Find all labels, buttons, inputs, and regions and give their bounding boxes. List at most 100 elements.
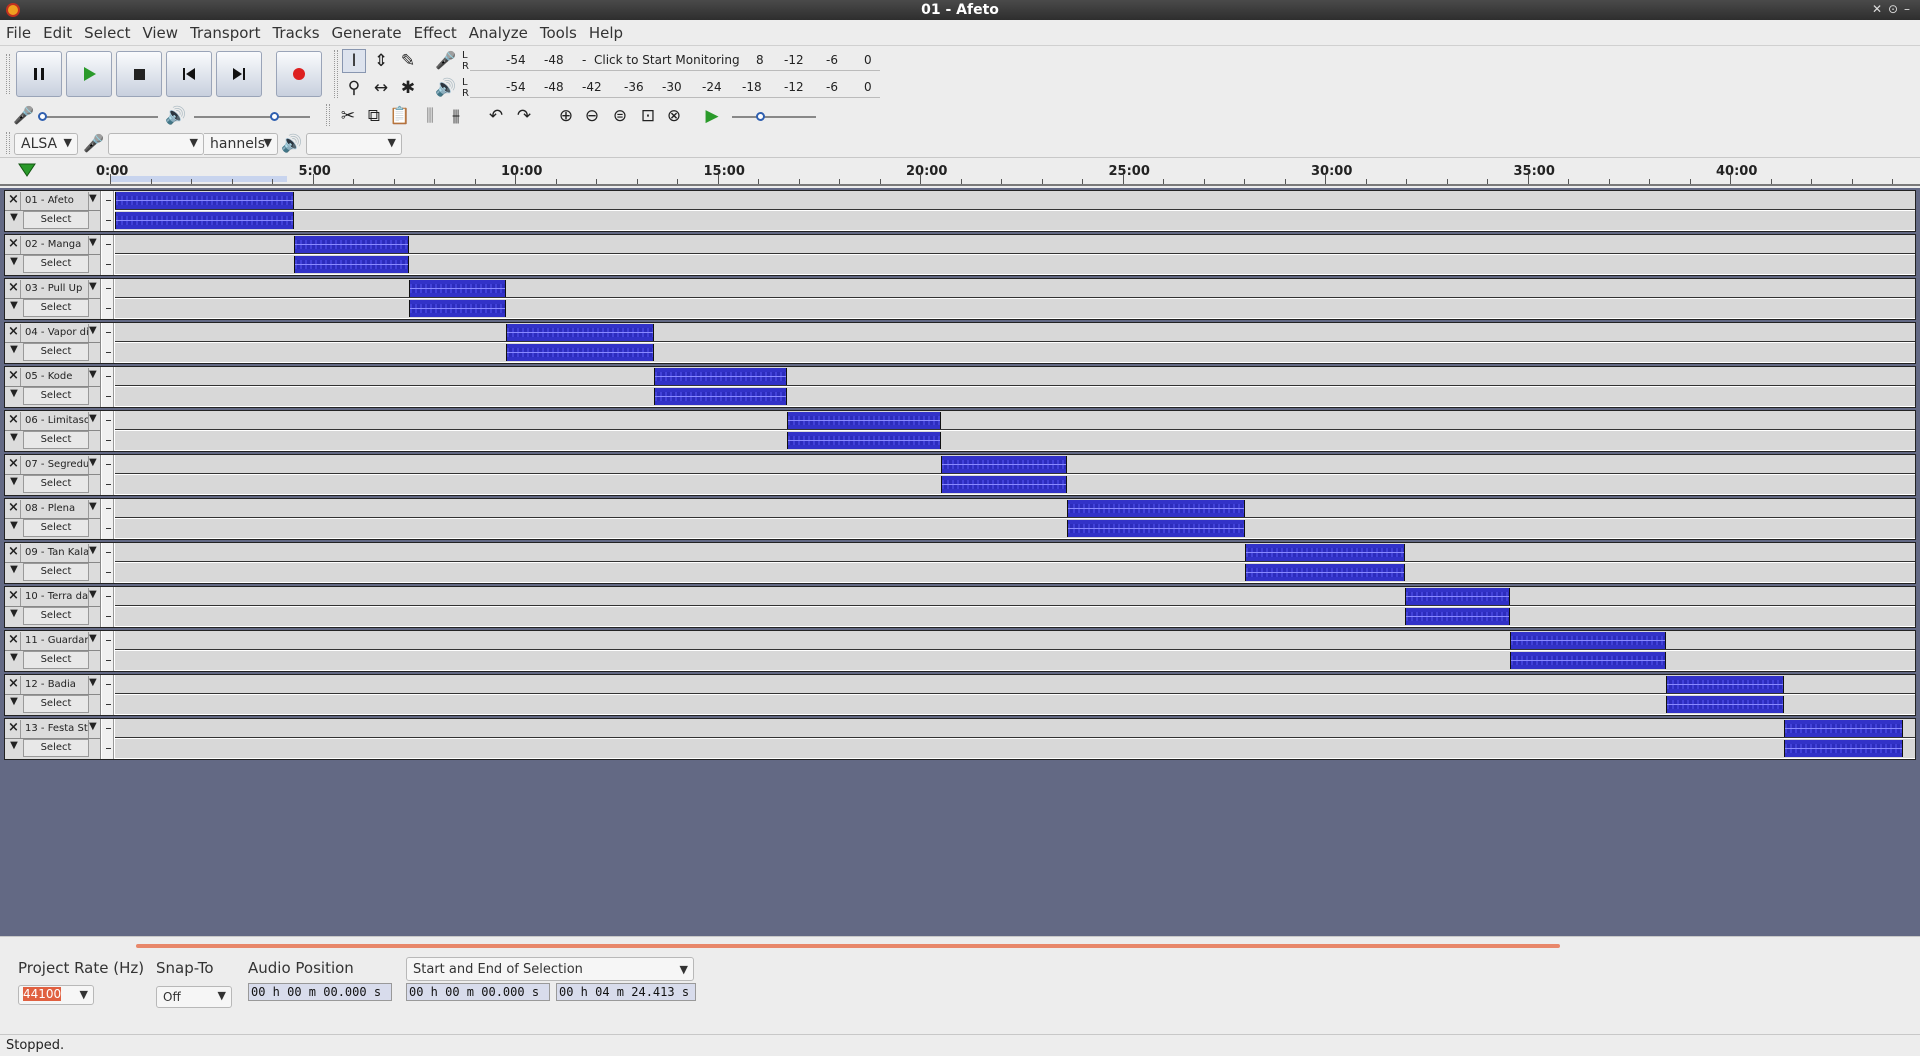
track-menu-chevron-icon[interactable]: ▼	[89, 413, 97, 424]
track-menu-chevron-icon[interactable]: ▼	[89, 237, 97, 248]
playback-meter[interactable]: -54 -48 -42 -36 -30 -24 -18 -12 -6 0	[470, 76, 880, 98]
waveform-clip[interactable]	[505, 324, 654, 341]
maximize-window-icon[interactable]: ⊙	[1888, 2, 1898, 16]
redo-button[interactable]: ↷	[512, 104, 536, 128]
time-shift-tool-button[interactable]: ↔	[369, 76, 393, 100]
track-name-button[interactable]: 04 - Vapor di	[23, 324, 89, 342]
track-menu-chevron-icon[interactable]: ▼	[89, 325, 97, 336]
zoom-in-button[interactable]: ⊕	[554, 104, 578, 128]
minimize-window-icon[interactable]: –	[1904, 2, 1910, 16]
recording-volume-thumb[interactable]	[38, 112, 47, 121]
track-menu-chevron-icon[interactable]: ▼	[89, 501, 97, 512]
channel-left[interactable]	[115, 587, 1915, 606]
collapse-track-icon[interactable]: ▼	[7, 300, 21, 318]
close-track-icon[interactable]: ×	[7, 544, 21, 562]
undo-button[interactable]: ↶	[484, 104, 508, 128]
track-control-panel[interactable]: × 03 - Pull Up ▼ ▼ Select	[5, 279, 101, 319]
channel-left[interactable]	[115, 191, 1915, 210]
playback-volume-thumb[interactable]	[270, 112, 279, 121]
envelope-tool-button[interactable]: ⇕	[369, 49, 393, 73]
menu-view[interactable]: View	[136, 20, 184, 42]
track-menu-chevron-icon[interactable]: ▼	[89, 281, 97, 292]
channel-left[interactable]	[115, 543, 1915, 562]
trim-button[interactable]: ⫼	[418, 104, 442, 128]
channel-left[interactable]	[115, 235, 1915, 254]
track-control-panel[interactable]: × 07 - Segredu ▼ ▼ Select	[5, 455, 101, 495]
waveform-clip[interactable]	[941, 476, 1067, 493]
waveform-clip[interactable]	[408, 300, 506, 317]
waveform-clip[interactable]	[941, 456, 1067, 473]
close-track-icon[interactable]: ×	[7, 236, 21, 254]
record-meter-button[interactable]: 🎤	[434, 49, 458, 73]
close-track-icon[interactable]: ×	[7, 368, 21, 386]
channel-left[interactable]	[115, 719, 1915, 738]
collapse-track-icon[interactable]: ▼	[7, 696, 21, 714]
close-track-icon[interactable]: ×	[7, 280, 21, 298]
selection-tool-button[interactable]: I	[342, 49, 366, 73]
menu-generate[interactable]: Generate	[326, 20, 408, 42]
select-track-button[interactable]: Select	[23, 431, 89, 449]
close-track-icon[interactable]: ×	[7, 676, 21, 694]
channel-right[interactable]	[115, 695, 1915, 714]
audio-track[interactable]: × 06 - Limitaso ▼ ▼ Select	[4, 410, 1916, 452]
waveform-clip[interactable]	[293, 236, 409, 253]
collapse-track-icon[interactable]: ▼	[7, 608, 21, 626]
track-name-button[interactable]: 09 - Tan Kala	[23, 544, 89, 562]
select-track-button[interactable]: Select	[23, 607, 89, 625]
track-control-panel[interactable]: × 10 - Terra da ▼ ▼ Select	[5, 587, 101, 627]
close-track-icon[interactable]: ×	[7, 720, 21, 738]
track-name-button[interactable]: 03 - Pull Up	[23, 280, 89, 298]
track-name-button[interactable]: 08 - Plena	[23, 500, 89, 518]
collapse-track-icon[interactable]: ▼	[7, 564, 21, 582]
menu-tools[interactable]: Tools	[534, 20, 583, 42]
collapse-track-icon[interactable]: ▼	[7, 520, 21, 538]
track-menu-chevron-icon[interactable]: ▼	[89, 369, 97, 380]
skip-to-end-button[interactable]	[216, 51, 262, 97]
collapse-track-icon[interactable]: ▼	[7, 388, 21, 406]
waveform-clip[interactable]	[1066, 500, 1245, 517]
waveform-clip[interactable]	[1666, 696, 1784, 713]
audio-track[interactable]: × 03 - Pull Up ▼ ▼ Select	[4, 278, 1916, 320]
track-control-panel[interactable]: × 02 - Manga ▼ ▼ Select	[5, 235, 101, 275]
audio-track[interactable]: × 13 - Festa St ▼ ▼ Select	[4, 718, 1916, 760]
track-control-panel[interactable]: × 01 - Afeto ▼ ▼ Select	[5, 191, 101, 231]
pause-button[interactable]	[16, 51, 62, 97]
track-menu-chevron-icon[interactable]: ▼	[89, 589, 97, 600]
zoom-tool-button[interactable]: ⚲	[342, 76, 366, 100]
track-control-panel[interactable]: × 12 - Badia ▼ ▼ Select	[5, 675, 101, 715]
audio-track[interactable]: × 02 - Manga ▼ ▼ Select	[4, 234, 1916, 276]
track-control-panel[interactable]: × 13 - Festa St ▼ ▼ Select	[5, 719, 101, 759]
toolbar-grip[interactable]	[326, 104, 330, 126]
channel-right[interactable]	[115, 343, 1915, 362]
menu-edit[interactable]: Edit	[37, 20, 78, 42]
audio-track[interactable]: × 09 - Tan Kala ▼ ▼ Select	[4, 542, 1916, 584]
copy-button[interactable]: ⧉	[362, 104, 386, 128]
audio-track[interactable]: × 05 - Kode ▼ ▼ Select	[4, 366, 1916, 408]
channel-left[interactable]	[115, 367, 1915, 386]
menu-tracks[interactable]: Tracks	[266, 20, 325, 42]
track-name-button[interactable]: 12 - Badia	[23, 676, 89, 694]
toolbar-grip[interactable]	[6, 54, 10, 94]
waveform-clip[interactable]	[293, 256, 409, 273]
select-track-button[interactable]: Select	[23, 519, 89, 537]
waveform-clip[interactable]	[1783, 720, 1904, 737]
multi-tool-button[interactable]: ✱	[396, 76, 420, 100]
channel-right[interactable]	[115, 475, 1915, 494]
channel-left[interactable]	[115, 455, 1915, 474]
select-track-button[interactable]: Select	[23, 695, 89, 713]
recording-volume-slider[interactable]	[42, 116, 158, 118]
audio-track[interactable]: × 08 - Plena ▼ ▼ Select	[4, 498, 1916, 540]
track-name-button[interactable]: 10 - Terra da	[23, 588, 89, 606]
select-track-button[interactable]: Select	[23, 475, 89, 493]
track-menu-chevron-icon[interactable]: ▼	[89, 457, 97, 468]
track-name-button[interactable]: 05 - Kode	[23, 368, 89, 386]
channel-right[interactable]	[115, 563, 1915, 582]
play-at-speed-button[interactable]: ▶	[700, 104, 724, 128]
audio-host-select[interactable]: ALSA ▼	[14, 133, 78, 155]
track-name-button[interactable]: 02 - Manga	[23, 236, 89, 254]
channel-left[interactable]	[115, 499, 1915, 518]
channel-left[interactable]	[115, 631, 1915, 650]
track-control-panel[interactable]: × 06 - Limitaso ▼ ▼ Select	[5, 411, 101, 451]
toolbar-grip[interactable]	[6, 132, 10, 154]
menu-effect[interactable]: Effect	[408, 20, 463, 42]
